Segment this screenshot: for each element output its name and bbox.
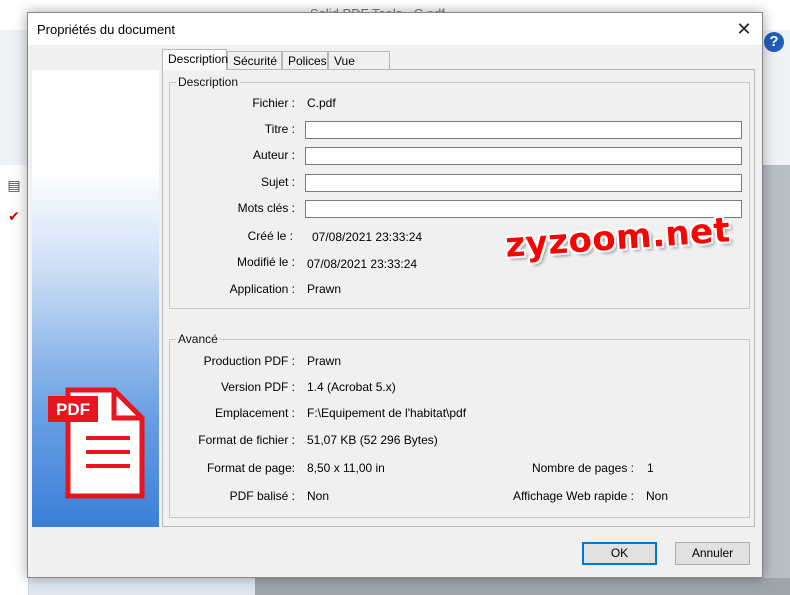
tab-panel-description: Description Fichier : C.pdf Titre : Aute… bbox=[162, 69, 755, 527]
background-scrollbar bbox=[255, 578, 790, 595]
dialog-side-banner: PDF bbox=[32, 70, 159, 527]
auteur-label: Auteur : bbox=[252, 148, 295, 162]
sujet-field[interactable] bbox=[305, 174, 742, 192]
titre-field[interactable] bbox=[305, 121, 742, 139]
cancel-button[interactable]: Annuler bbox=[675, 542, 750, 565]
affichage-web-value: Non bbox=[646, 489, 669, 503]
nombre-pages-value: 1 bbox=[647, 461, 654, 475]
description-group: Description bbox=[169, 75, 750, 309]
pdf-icon-label: PDF bbox=[56, 400, 90, 419]
titre-label: Titre : bbox=[264, 122, 295, 136]
format-fichier-value: 51,07 KB (52 296 Bytes) bbox=[307, 433, 438, 447]
application-value: Prawn bbox=[307, 282, 342, 296]
production-pdf-value: Prawn bbox=[307, 354, 342, 368]
pages-icon[interactable]: ▤ bbox=[4, 175, 24, 195]
pdf-balise-label: PDF balisé : bbox=[229, 489, 295, 503]
avance-legend: Avancé bbox=[178, 332, 218, 346]
close-icon[interactable]: ✕ bbox=[730, 15, 758, 43]
application-label: Application : bbox=[229, 282, 295, 296]
fichier-value: C.pdf bbox=[307, 96, 336, 110]
format-page-label: Format de page: bbox=[206, 461, 295, 475]
tab-securite[interactable]: Sécurité bbox=[227, 51, 282, 69]
auteur-field[interactable] bbox=[305, 147, 742, 165]
pdf-file-icon: PDF bbox=[48, 387, 145, 499]
ok-button[interactable]: OK bbox=[582, 542, 657, 565]
emplacement-label: Emplacement : bbox=[214, 406, 295, 420]
help-icon[interactable]: ? bbox=[764, 32, 784, 52]
version-pdf-label: Version PDF : bbox=[220, 380, 295, 394]
emplacement-value: F:\Equipement de l'habitat\pdf bbox=[307, 406, 467, 420]
dialog-titlebar: Propriétés du document ✕ bbox=[28, 13, 762, 45]
nombre-pages-label: Nombre de pages : bbox=[531, 461, 634, 475]
mots-cles-label: Mots clés : bbox=[237, 201, 295, 215]
format-page-value: 8,50 x 11,00 in bbox=[307, 461, 385, 475]
dialog-title: Propriétés du document bbox=[37, 22, 176, 37]
affichage-web-label: Affichage Web rapide : bbox=[513, 489, 634, 503]
modifie-le-value: 07/08/2021 23:33:24 bbox=[307, 257, 418, 271]
production-pdf-label: Production PDF : bbox=[203, 354, 295, 368]
version-pdf-value: 1.4 (Acrobat 5.x) bbox=[307, 380, 396, 394]
cree-le-label: Créé le : bbox=[247, 229, 293, 243]
cree-le-value: 07/08/2021 23:33:24 bbox=[312, 230, 423, 244]
background-sidebar bbox=[0, 165, 29, 595]
signature-icon[interactable]: ✔ bbox=[4, 206, 24, 226]
tab-polices[interactable]: Polices bbox=[282, 51, 328, 69]
document-properties-dialog: Propriétés du document ✕ PDF Description… bbox=[27, 12, 763, 578]
format-fichier-label: Format de fichier : bbox=[198, 433, 295, 447]
pdf-balise-value: Non bbox=[307, 489, 330, 503]
background-document-area bbox=[762, 165, 790, 595]
description-legend: Description bbox=[178, 75, 239, 89]
tab-description[interactable]: Description bbox=[162, 49, 228, 70]
modifie-le-label: Modifié le : bbox=[236, 255, 295, 269]
fichier-label: Fichier : bbox=[252, 96, 295, 110]
sujet-label: Sujet : bbox=[260, 175, 295, 189]
tab-vue-initiale[interactable]: Vue initiale bbox=[328, 51, 390, 86]
